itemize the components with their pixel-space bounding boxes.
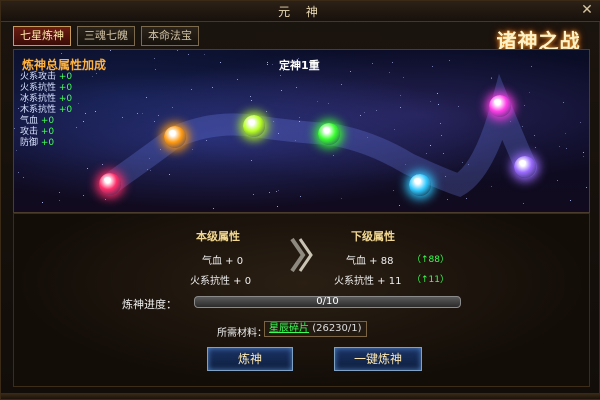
next-level-header: 下级属性 (351, 230, 395, 243)
total-bonus-stats: 火系攻击 +0 火系抗性 +0 冰系抗性 +0 木系抗性 +0 气血 +0 攻击… (20, 72, 72, 149)
refine-progress-bar: 0/10 (194, 296, 461, 308)
stat-name: 冰系抗性 (20, 94, 57, 104)
orange-orb[interactable] (164, 126, 186, 148)
material-count: (26230/1) (312, 323, 362, 334)
stat-row: 火系攻击 +0 (20, 72, 72, 83)
stat-name: 火系抗性 (20, 83, 57, 93)
progress-label: 炼神进度： (122, 298, 177, 311)
refine-button[interactable]: 炼神 (207, 347, 293, 371)
next-attr: 火系抗性 + 11 (334, 276, 402, 287)
refine-all-button[interactable]: 一键炼神 (334, 347, 422, 371)
stat-name: 防御 (20, 138, 39, 148)
close-icon[interactable]: ✕ (579, 2, 595, 18)
stat-value: +0 (40, 116, 55, 126)
stat-row: 攻击 +0 (20, 127, 72, 138)
stat-value: +0 (58, 105, 73, 115)
yuanshen-window: 元 神 ✕ 七星炼神 三魂七魄 本命法宝 诸神之战 炼神总属性加成 火系攻击 +… (0, 0, 600, 400)
stat-row: 气血 +0 (20, 116, 72, 127)
double-chevron-right-icon (290, 237, 313, 273)
next-attr: 气血 + 88 (346, 256, 394, 267)
stat-value: +0 (58, 94, 73, 104)
current-attr: 火系抗性 + 0 (190, 276, 252, 287)
stat-name: 气血 (20, 116, 39, 126)
gain-badge: （↑88） (412, 255, 449, 265)
gain-badge: （↑11） (412, 275, 449, 285)
progress-text: 0/10 (316, 296, 339, 307)
stat-row: 防御 +0 (20, 138, 72, 149)
yellow-green-orb[interactable] (243, 115, 265, 137)
stat-name: 火系攻击 (20, 72, 57, 82)
current-attr: 气血 + 0 (202, 256, 244, 267)
stat-name: 攻击 (20, 127, 39, 137)
material-label: 所需材料： (217, 328, 267, 339)
current-level-header: 本级属性 (196, 230, 240, 243)
material-box: 星辰碎片 (26230/1) (264, 321, 367, 337)
tab-qixing-lianshen[interactable]: 七星炼神 (13, 26, 71, 46)
material-link[interactable]: 星辰碎片 (269, 323, 309, 334)
violet-orb[interactable] (514, 156, 536, 178)
tab-benming-fabao[interactable]: 本命法宝 (141, 26, 199, 46)
stat-value: +0 (40, 127, 55, 137)
stat-name: 木系抗性 (20, 105, 57, 115)
stat-row: 火系抗性 +0 (20, 83, 72, 94)
stat-row: 冰系抗性 +0 (20, 94, 72, 105)
tab-sanhun-qipo[interactable]: 三魂七魄 (77, 26, 135, 46)
stage-label: 定神1重 (279, 59, 320, 72)
window-title: 元 神 (278, 5, 324, 19)
cyan-orb[interactable] (409, 174, 431, 196)
total-bonus-title: 炼神总属性加成 (22, 58, 107, 72)
magenta-orb[interactable] (489, 95, 511, 117)
title-bar[interactable]: 元 神 ✕ (1, 1, 600, 22)
starfield-panel: 炼神总属性加成 火系攻击 +0 火系抗性 +0 冰系抗性 +0 木系抗性 +0 … (13, 49, 590, 213)
stat-value: +0 (58, 72, 73, 82)
tab-bar: 七星炼神 三魂七魄 本命法宝 (13, 26, 199, 46)
bottom-border (1, 393, 600, 399)
stat-value: +0 (40, 138, 55, 148)
green-orb[interactable] (318, 123, 340, 145)
attribute-panel: 本级属性 下级属性 气血 + 0 火系抗性 + 0 气血 + 88 （↑88） … (13, 213, 590, 387)
stat-row: 木系抗性 +0 (20, 105, 72, 116)
stat-value: +0 (58, 83, 73, 93)
red-orb[interactable] (99, 173, 121, 195)
